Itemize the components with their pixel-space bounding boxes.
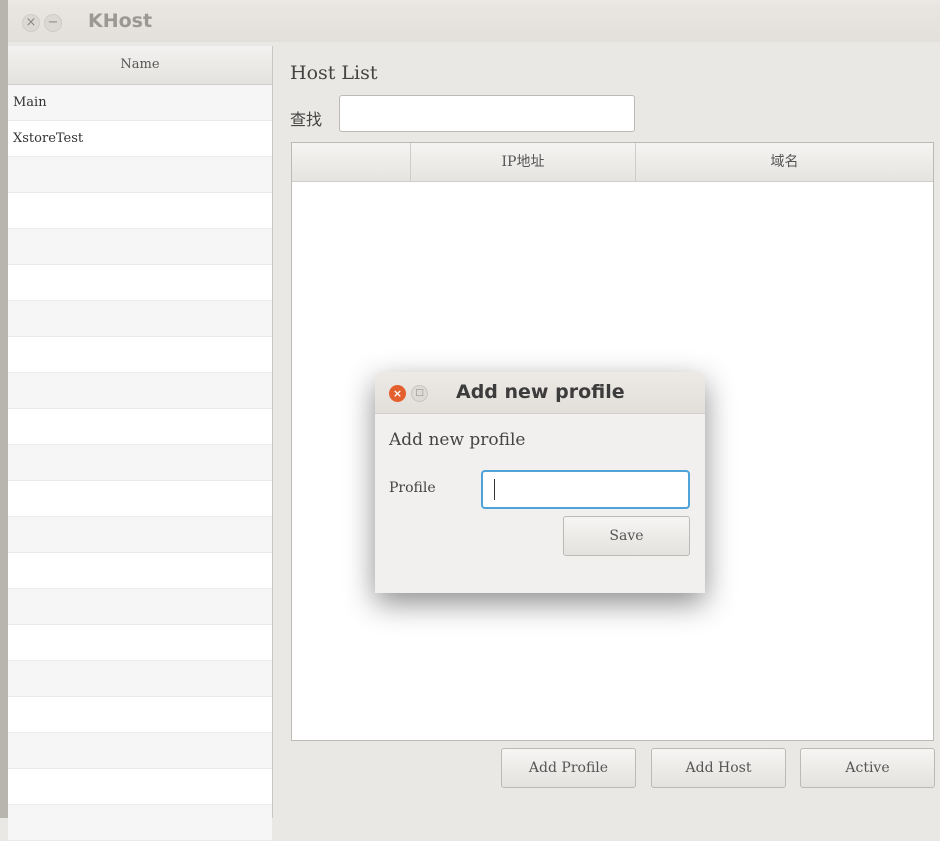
profile-list-body: Main XstoreTest — [8, 85, 272, 841]
minimize-icon[interactable]: − — [44, 14, 62, 32]
profile-list-item[interactable] — [8, 553, 272, 589]
profile-list-item[interactable] — [8, 697, 272, 733]
profile-list-item[interactable] — [8, 589, 272, 625]
profile-list-item[interactable] — [8, 481, 272, 517]
profile-list-item[interactable] — [8, 157, 272, 193]
profile-list-item[interactable]: XstoreTest — [8, 121, 272, 157]
profile-input[interactable] — [481, 470, 690, 509]
search-input[interactable] — [339, 95, 635, 132]
profile-field-label: Profile — [389, 480, 436, 496]
window-frame — [0, 0, 8, 818]
main-titlebar: × − KHost — [8, 4, 940, 42]
dialog-close-icon[interactable]: × — [389, 385, 406, 402]
profile-list-item[interactable] — [8, 733, 272, 769]
profile-list-item[interactable] — [8, 229, 272, 265]
dialog-title: Add new profile — [456, 381, 625, 403]
dialog-titlebar: × □ Add new profile — [375, 372, 705, 414]
search-label: 查找 — [290, 110, 323, 129]
host-list-title: Host List — [290, 62, 378, 84]
profile-list-item[interactable] — [8, 193, 272, 229]
column-header-blank[interactable] — [292, 143, 411, 181]
profile-list-item[interactable] — [8, 769, 272, 805]
close-icon[interactable]: × — [22, 14, 40, 32]
add-host-button[interactable]: Add Host — [651, 748, 786, 788]
profile-list-header[interactable]: Name — [8, 46, 272, 85]
column-header-ip[interactable]: IP地址 — [411, 143, 636, 181]
profile-list-item[interactable] — [8, 661, 272, 697]
profile-list: Name Main XstoreTest — [8, 46, 273, 841]
profile-list-item[interactable] — [8, 301, 272, 337]
active-button[interactable]: Active — [800, 748, 935, 788]
profile-list-item[interactable] — [8, 805, 272, 841]
profile-list-item[interactable] — [8, 373, 272, 409]
profile-list-item[interactable] — [8, 409, 272, 445]
column-header-domain[interactable]: 域名 — [636, 143, 933, 181]
profile-list-item[interactable] — [8, 517, 272, 553]
app-title: KHost — [88, 10, 153, 32]
profile-list-item[interactable] — [8, 625, 272, 661]
add-profile-dialog: × □ Add new profile Add new profile Prof… — [375, 372, 705, 593]
dialog-maximize-icon[interactable]: □ — [411, 385, 428, 402]
add-profile-button[interactable]: Add Profile — [501, 748, 636, 788]
profile-list-item[interactable] — [8, 337, 272, 373]
save-button[interactable]: Save — [563, 516, 690, 556]
host-table-header: IP地址 域名 — [292, 143, 933, 182]
profile-list-item[interactable]: Main — [8, 85, 272, 121]
dialog-heading: Add new profile — [389, 430, 526, 450]
profile-list-item[interactable] — [8, 265, 272, 301]
text-caret — [494, 479, 495, 500]
profile-list-item[interactable] — [8, 445, 272, 481]
